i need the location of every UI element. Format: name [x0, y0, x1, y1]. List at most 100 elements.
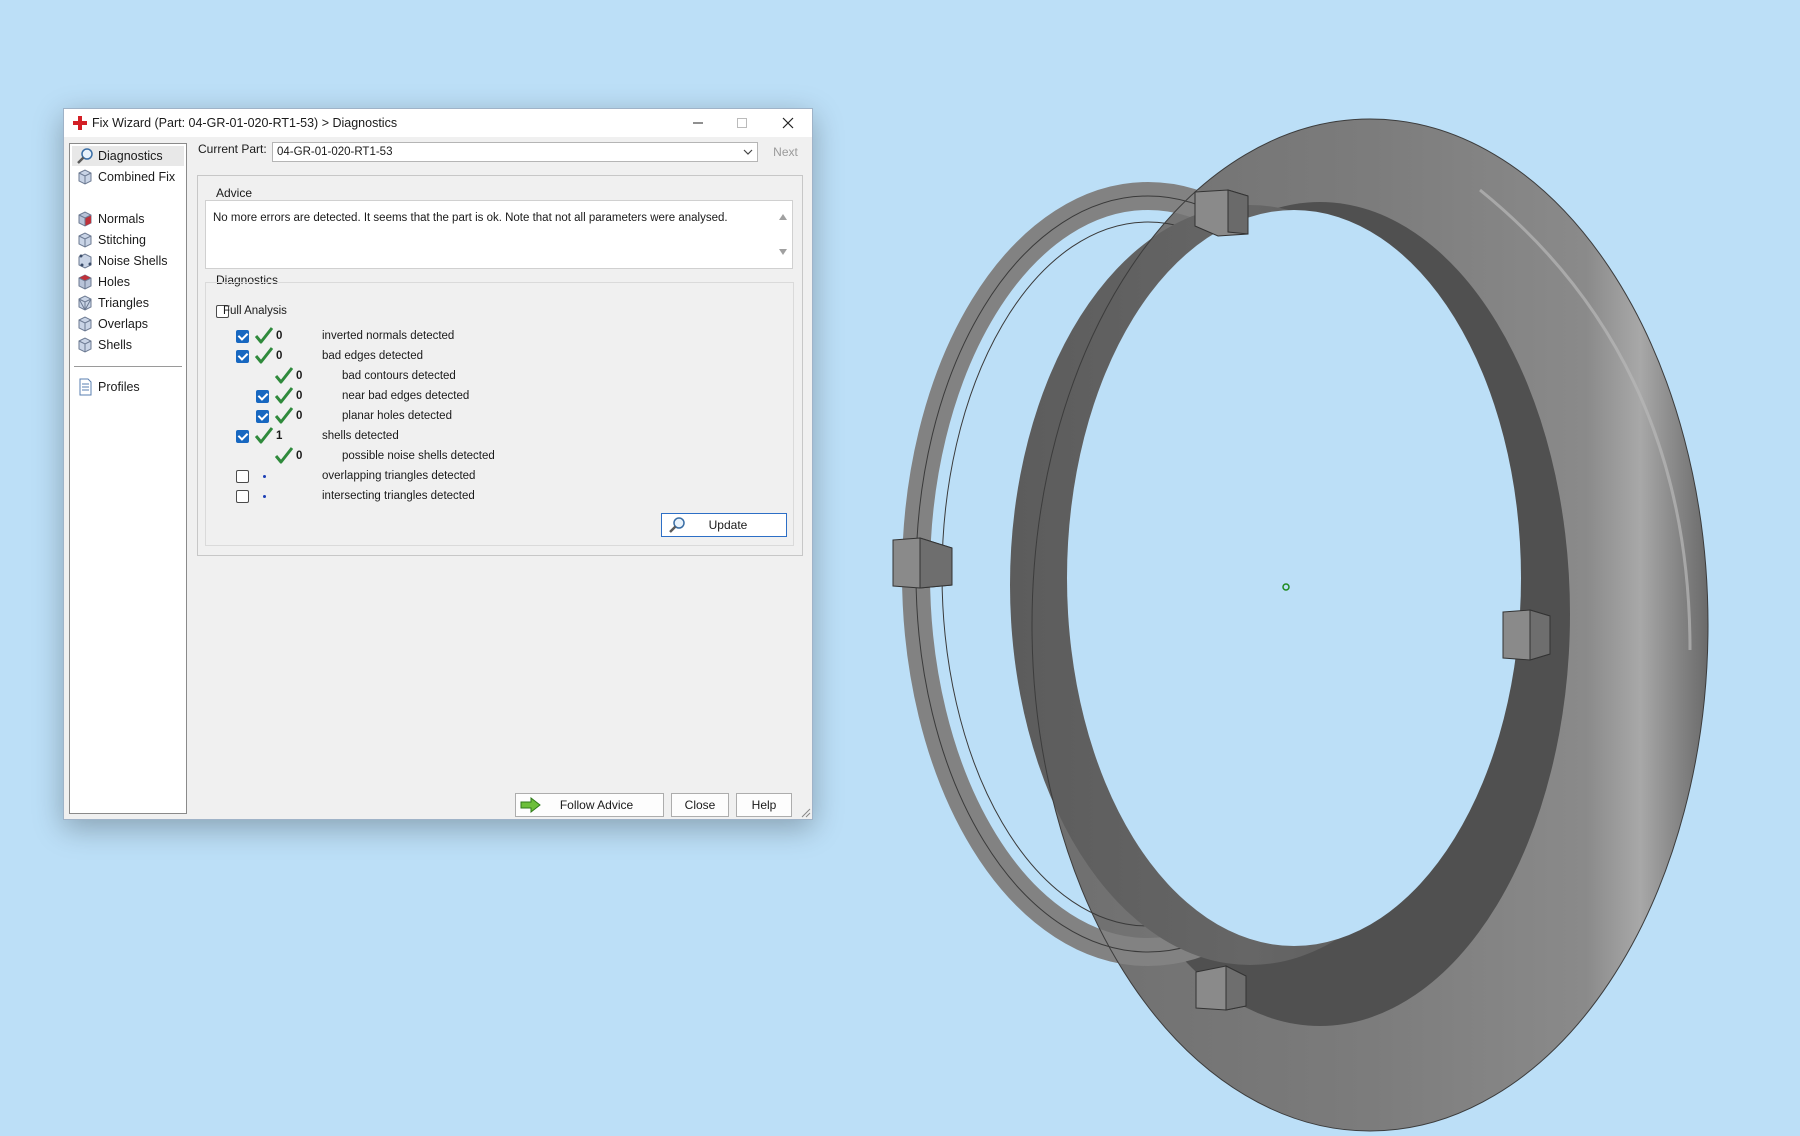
diagnostic-checkbox[interactable] — [236, 350, 249, 363]
ring-tab-bottom — [1195, 965, 1247, 1011]
chevron-down-icon — [743, 149, 753, 155]
current-part-label: Current Part: — [198, 142, 267, 156]
diagnostic-label: inverted normals detected — [322, 330, 455, 342]
pending-dot-icon — [263, 475, 266, 478]
full-analysis-label: Full Analysis — [223, 305, 287, 317]
maximize-button[interactable] — [720, 109, 764, 137]
close-window-button[interactable] — [766, 109, 810, 137]
red-cube-icon — [78, 274, 92, 290]
cube-icon — [78, 169, 92, 185]
document-icon — [79, 378, 92, 396]
sidebar: Diagnostics Combined Fix Normals Stitchi… — [69, 143, 187, 814]
diagnostic-checkbox[interactable] — [236, 490, 249, 503]
cube-icon — [78, 232, 92, 248]
follow-advice-label: Follow Advice — [559, 798, 634, 812]
pending-dot-icon — [263, 495, 266, 498]
diagnostic-checkbox[interactable] — [256, 390, 269, 403]
ring-tab-top — [1194, 189, 1249, 237]
sidebar-item-shells[interactable]: Shells — [72, 335, 184, 355]
sidebar-item-label: Holes — [98, 275, 130, 289]
diagnostic-count: 0 — [276, 350, 283, 362]
sidebar-item-overlaps[interactable]: Overlaps — [72, 314, 184, 334]
scroll-down-icon[interactable] — [779, 249, 787, 255]
diagnostic-label: bad edges detected — [322, 350, 424, 362]
sidebar-item-label: Diagnostics — [98, 149, 163, 163]
fix-wizard-dialog: Fix Wizard (Part: 04-GR-01-020-RT1-53) >… — [63, 108, 813, 820]
arrow-right-icon — [520, 797, 541, 813]
diagnostic-label: intersecting triangles detected — [322, 490, 475, 502]
sidebar-item-normals[interactable]: Normals — [72, 209, 184, 229]
advice-title: Advice — [216, 186, 253, 200]
ring-tab-right — [1502, 609, 1551, 661]
next-button[interactable]: Next — [765, 142, 806, 162]
sidebar-item-label: Combined Fix — [98, 170, 176, 184]
red-cube-icon — [78, 211, 92, 227]
diagnostic-checkbox[interactable] — [236, 330, 249, 343]
diagnostic-count: 1 — [276, 430, 283, 442]
green-check-icon — [255, 347, 273, 364]
help-button[interactable]: Help — [736, 793, 792, 817]
diagnostic-label: shells detected — [322, 430, 399, 442]
diagnostic-label: bad contours detected — [342, 370, 456, 382]
scroll-up-icon[interactable] — [779, 214, 787, 220]
ring-tab-left — [892, 537, 953, 589]
sidebar-item-label: Noise Shells — [98, 254, 168, 268]
maximize-icon — [737, 118, 747, 128]
minimize-icon — [693, 122, 703, 124]
minimize-button[interactable] — [676, 109, 720, 137]
sidebar-item-diagnostics[interactable]: Diagnostics — [72, 146, 184, 166]
close-button[interactable]: Close — [671, 793, 729, 817]
advice-scrollbar[interactable] — [774, 201, 792, 268]
green-check-icon — [275, 407, 293, 424]
window-title: Fix Wizard (Part: 04-GR-01-020-RT1-53) >… — [92, 116, 398, 130]
sidebar-item-noise-shells[interactable]: Noise Shells — [72, 251, 184, 271]
sidebar-divider — [74, 366, 182, 367]
sidebar-item-triangles[interactable]: Triangles — [72, 293, 184, 313]
diagnostic-count: 0 — [296, 370, 303, 382]
follow-advice-button[interactable]: Follow Advice — [515, 793, 664, 817]
sidebar-item-combined-fix[interactable]: Combined Fix — [72, 167, 184, 187]
diagnostic-count: 0 — [276, 330, 283, 342]
diagnostic-count: 0 — [296, 410, 303, 422]
sidebar-item-label: Shells — [98, 338, 133, 352]
green-check-icon — [275, 447, 293, 464]
diagnostic-count: 0 — [296, 450, 303, 462]
diagnostic-checkbox[interactable] — [256, 410, 269, 423]
sidebar-item-label: Profiles — [98, 380, 140, 394]
diagnostics-group — [205, 282, 794, 546]
diagnostic-count: 0 — [296, 390, 303, 402]
sidebar-item-label: Triangles — [98, 296, 149, 310]
red-cross-icon — [73, 116, 87, 130]
sidebar-item-holes[interactable]: Holes — [72, 272, 184, 292]
green-check-icon — [275, 367, 293, 384]
close-icon — [782, 117, 794, 129]
cube-icon — [78, 337, 92, 353]
update-label: Update — [708, 518, 748, 532]
current-part-value: 04-GR-01-020-RT1-53 — [277, 146, 393, 158]
diagnostic-label: near bad edges detected — [342, 390, 470, 402]
cube-icon — [78, 295, 92, 311]
diagnostic-checkbox[interactable] — [236, 470, 249, 483]
magnifier-icon — [77, 148, 93, 164]
current-part-select[interactable]: 04-GR-01-020-RT1-53 — [272, 142, 758, 162]
advice-textbox[interactable]: No more errors are detected. It seems th… — [205, 200, 793, 269]
advice-text: No more errors are detected. It seems th… — [213, 212, 728, 224]
green-check-icon — [275, 387, 293, 404]
title-bar[interactable]: Fix Wizard (Part: 04-GR-01-020-RT1-53) >… — [64, 109, 812, 137]
green-check-icon — [255, 327, 273, 344]
update-button[interactable]: Update — [661, 513, 787, 537]
sidebar-item-label: Overlaps — [98, 317, 149, 331]
cube-icon — [78, 253, 92, 269]
resize-grip-icon[interactable] — [801, 808, 811, 818]
sidebar-item-label: Normals — [98, 212, 145, 226]
green-check-icon — [255, 427, 273, 444]
cube-icon — [78, 316, 92, 332]
magnifier-icon — [669, 517, 685, 533]
diagnostic-label: planar holes detected — [342, 410, 452, 422]
diagnostic-checkbox[interactable] — [236, 430, 249, 443]
sidebar-item-stitching[interactable]: Stitching — [72, 230, 184, 250]
sidebar-item-profiles[interactable]: Profiles — [72, 377, 184, 397]
diagnostic-label: overlapping triangles detected — [322, 470, 476, 482]
diagnostic-label: possible noise shells detected — [342, 450, 495, 462]
sidebar-item-label: Stitching — [98, 233, 146, 247]
